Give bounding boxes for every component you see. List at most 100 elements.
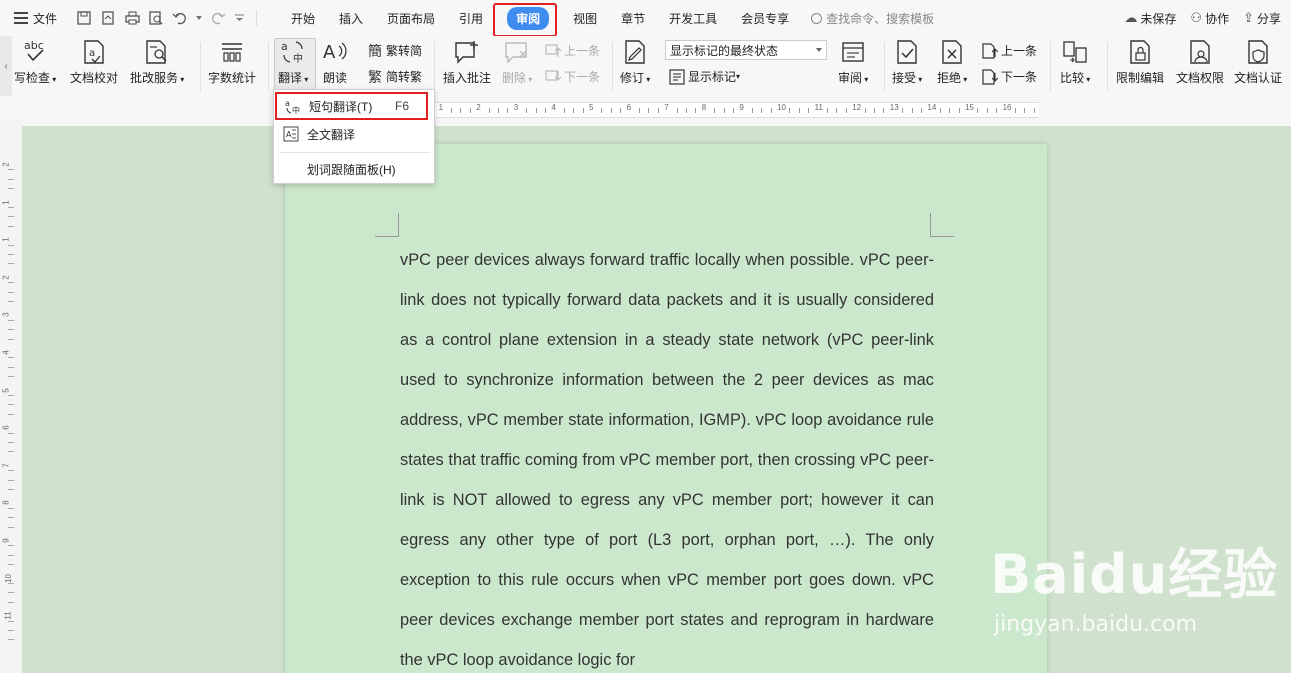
doc-proof-button[interactable]: a 文档校对 xyxy=(70,38,118,86)
doc-proof-icon: a xyxy=(81,38,107,66)
ruler-number: 15 xyxy=(965,103,974,112)
tab-chapter-label: 章节 xyxy=(621,11,646,26)
ruler-tick xyxy=(798,108,800,113)
delete-comment-button[interactable]: 删除 ▾ xyxy=(502,38,532,86)
tab-insert[interactable]: 插入 xyxy=(327,0,375,36)
tab-chapter[interactable]: 章节 xyxy=(609,0,657,36)
accept-button[interactable]: 接受 ▾ xyxy=(892,38,922,86)
ruler-tick xyxy=(469,108,471,113)
review-pane-button[interactable]: 审阅 ▾ xyxy=(838,38,868,86)
tab-member[interactable]: 会员专享 xyxy=(729,0,801,36)
share-button[interactable]: ⇪ 分享 xyxy=(1243,10,1281,27)
tab-member-label: 会员专享 xyxy=(741,11,790,26)
cloud-icon: ☁ xyxy=(1124,10,1138,25)
prev-change-label: 上一条 xyxy=(1001,44,1038,58)
undo-icon[interactable] xyxy=(172,10,188,26)
vruler-tick xyxy=(8,207,14,208)
doc-rights-button[interactable]: 文档权限 xyxy=(1176,38,1224,86)
vruler-tick xyxy=(8,432,14,434)
display-state-select[interactable]: 显示标记的最终状态 xyxy=(665,40,827,60)
customize-toolbar-icon[interactable] xyxy=(234,10,244,26)
vruler-tick xyxy=(8,470,14,472)
word-count-button[interactable]: 字数统计 xyxy=(208,38,256,86)
document-page[interactable]: vPC peer devices always forward traffic … xyxy=(285,144,1047,673)
tab-references[interactable]: 引用 xyxy=(447,0,495,36)
print-icon[interactable] xyxy=(124,10,140,26)
ribbon-tabs: 开始 插入 页面布局 引用 审阅 视图 章节 开发工具 会员专享 查找命令、搜索… xyxy=(279,0,934,37)
reject-label: 拒绝 ▾ xyxy=(937,71,968,85)
doc-auth-label: 文档认证 xyxy=(1234,71,1283,85)
margin-corner-top-left xyxy=(375,213,399,237)
vruler-tick xyxy=(8,601,14,603)
redo-icon[interactable] xyxy=(210,10,226,26)
unsaved-button[interactable]: ☁ 未保存 xyxy=(1124,10,1176,27)
next-comment-button[interactable]: 下一条 xyxy=(545,68,600,85)
menu-item-full-translate[interactable]: A 全文翻译 xyxy=(274,121,434,147)
compare-button[interactable]: 比较 ▾ xyxy=(1060,38,1090,86)
tab-developer[interactable]: 开发工具 xyxy=(657,0,729,36)
batch-service-label: 批改服务 ▾ xyxy=(130,71,185,85)
restrict-edit-label: 限制编辑 xyxy=(1116,71,1165,85)
file-menu-button[interactable]: 文件 xyxy=(0,10,70,27)
search-icon xyxy=(811,12,823,24)
vruler-tick xyxy=(8,395,14,396)
tab-review[interactable]: 审阅 xyxy=(493,0,561,37)
translate-button[interactable]: a中 翻译 ▾ xyxy=(278,38,308,86)
ribbon-scroll-left[interactable]: ‹ xyxy=(0,36,12,96)
horizontal-ruler: 1 2 3 4 5 6 7 8 9 10 11 12 13 14 15 16 xyxy=(0,100,1291,120)
tab-view[interactable]: 视图 xyxy=(561,0,609,36)
spellcheck-button[interactable]: abc 写检查 ▾ xyxy=(14,38,56,86)
vruler-tick xyxy=(8,329,14,331)
menu-item-sentence-translate[interactable]: a中 短句翻译(T) F6 xyxy=(275,92,428,120)
command-search[interactable]: 查找命令、搜索模板 xyxy=(811,10,934,27)
ruler-tick xyxy=(714,108,716,113)
prev-comment-button[interactable]: 上一条 xyxy=(545,42,600,59)
toolbar-divider xyxy=(256,10,257,26)
read-aloud-button[interactable]: A 朗读 xyxy=(322,38,348,86)
trad-to-simp-button[interactable]: 簡 繁转简 xyxy=(367,42,422,59)
undo-dropdown-icon[interactable] xyxy=(196,10,202,26)
compare-label: 比较 ▾ xyxy=(1060,71,1091,85)
tab-references-label: 引用 xyxy=(459,11,484,26)
reject-button[interactable]: 拒绝 ▾ xyxy=(937,38,967,86)
restrict-edit-button[interactable]: 限制编辑 xyxy=(1116,38,1164,86)
print-preview-icon[interactable] xyxy=(148,10,164,26)
ruler-tick xyxy=(535,108,537,113)
export-pdf-icon[interactable] xyxy=(100,10,116,26)
vruler-tick xyxy=(8,526,14,528)
prev-change-button[interactable]: 上一条 xyxy=(982,42,1037,59)
compare-text: 比较 xyxy=(1060,71,1085,85)
insert-comment-button[interactable]: 插入批注 xyxy=(443,38,491,86)
menu-item-word-panel[interactable]: 划词跟随面板(H) xyxy=(274,156,434,182)
show-markup-icon xyxy=(669,68,685,85)
batch-service-button[interactable]: 批改服务 ▾ xyxy=(130,38,184,86)
word-count-icon xyxy=(219,38,245,66)
save-icon[interactable] xyxy=(76,10,92,26)
tab-home[interactable]: 开始 xyxy=(279,0,327,36)
vruler-tick xyxy=(8,517,14,519)
collaborate-button[interactable]: ⚇ 协作 xyxy=(1190,10,1229,27)
tab-page-layout[interactable]: 页面布局 xyxy=(375,0,447,36)
ruler-tick xyxy=(733,108,734,113)
ruler-tick xyxy=(770,108,772,113)
revise-button[interactable]: 修订 ▾ xyxy=(620,38,650,86)
read-aloud-label: 朗读 xyxy=(322,71,347,85)
document-body-text[interactable]: vPC peer devices always forward traffic … xyxy=(400,240,934,673)
ruler-tick xyxy=(507,108,509,113)
delete-comment-text: 删除 xyxy=(502,71,527,85)
vruler-tick xyxy=(8,319,14,321)
trad-to-simp-label: 繁转简 xyxy=(386,44,423,58)
share-icon: ⇪ xyxy=(1243,10,1254,25)
ruler-number: 9 xyxy=(739,103,744,112)
ruler-tick xyxy=(921,108,922,113)
show-markup-button[interactable]: 显示标记 ▾ xyxy=(669,68,740,85)
simp-to-trad-button[interactable]: 繁 简转繁 xyxy=(367,68,422,85)
collaborate-label: 协作 xyxy=(1205,11,1230,26)
sentence-translate-icon: a中 xyxy=(285,98,301,114)
vruler-tick xyxy=(8,404,14,406)
vruler-number: 8 xyxy=(1,500,11,506)
next-change-button[interactable]: 下一条 xyxy=(982,68,1037,85)
doc-auth-button[interactable]: 文档认证 xyxy=(1234,38,1282,86)
next-comment-label: 下一条 xyxy=(564,70,601,84)
vruler-tick xyxy=(8,254,14,255)
